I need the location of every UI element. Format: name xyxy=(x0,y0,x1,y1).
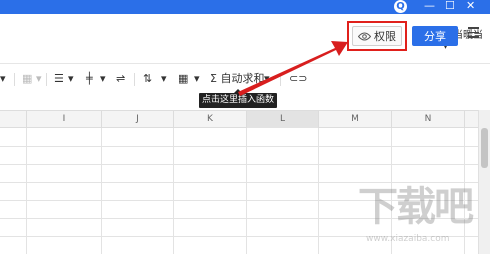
sort-icon[interactable]: ⇅ xyxy=(143,71,152,87)
function-tooltip: 点击这里插入函数 xyxy=(199,89,277,108)
column-header-row: I J K L M N xyxy=(0,110,490,128)
column-header[interactable]: N xyxy=(392,111,465,128)
chevron-down-icon[interactable]: ▾ xyxy=(36,71,42,87)
close-icon[interactable]: ✕ xyxy=(466,0,475,13)
chevron-down-icon[interactable]: ▾ xyxy=(264,71,270,87)
vertical-align-icon[interactable]: ╪ xyxy=(86,71,93,87)
permission-button[interactable]: 权限 xyxy=(352,26,402,46)
border-icon[interactable]: ▦ xyxy=(178,71,188,87)
column-header-selected[interactable]: L xyxy=(247,111,319,128)
chevron-down-icon[interactable]: ▾ xyxy=(100,71,106,87)
link-icon[interactable]: ⊂⊃ xyxy=(289,71,307,87)
wrap-text-icon[interactable]: ⇌ xyxy=(116,71,125,87)
align-left-icon[interactable]: ☰ xyxy=(54,71,64,87)
share-button[interactable]: 分享 xyxy=(412,26,458,46)
app-q-icon[interactable]: Q xyxy=(394,0,407,13)
scrollbar-thumb[interactable] xyxy=(481,128,488,168)
eye-icon xyxy=(358,32,371,40)
maximize-icon[interactable]: ☐ xyxy=(445,0,455,13)
permission-label: 权限 xyxy=(374,30,396,43)
sigma-icon: Σ xyxy=(210,72,217,85)
menu-icon[interactable] xyxy=(468,27,479,41)
chevron-down-icon[interactable]: ▾ xyxy=(0,71,6,87)
merge-cells-icon[interactable]: ▦ xyxy=(22,71,32,87)
chevron-down-icon[interactable]: ▾ xyxy=(194,71,200,87)
formatting-toolbar: ▾ ▦ ▾ ☰ ▾ ╪ ▾ ⇌ ⇅ ▾ ▦ ▾ Σ 自动求和 ▾ ⊂⊃ xyxy=(0,65,490,93)
chevron-down-icon[interactable]: ▾ xyxy=(161,71,167,87)
watermark-text: 下载吧 xyxy=(358,184,474,230)
autosum-button[interactable]: Σ 自动求和 xyxy=(210,71,264,87)
column-header[interactable] xyxy=(0,111,27,128)
autosum-label: 自动求和 xyxy=(220,72,265,85)
column-header[interactable]: J xyxy=(102,111,174,128)
column-header[interactable]: M xyxy=(319,111,392,128)
column-header[interactable]: I xyxy=(27,111,102,128)
watermark-logo: 下载吧 www.xiazaiba.com xyxy=(356,184,486,248)
watermark-url: www.xiazaiba.com xyxy=(366,234,450,244)
column-header[interactable]: K xyxy=(174,111,247,128)
window-titlebar: Q — ☐ ✕ xyxy=(0,0,490,14)
minimize-icon[interactable]: — xyxy=(424,0,435,13)
chevron-down-icon[interactable]: ▾ xyxy=(68,71,74,87)
